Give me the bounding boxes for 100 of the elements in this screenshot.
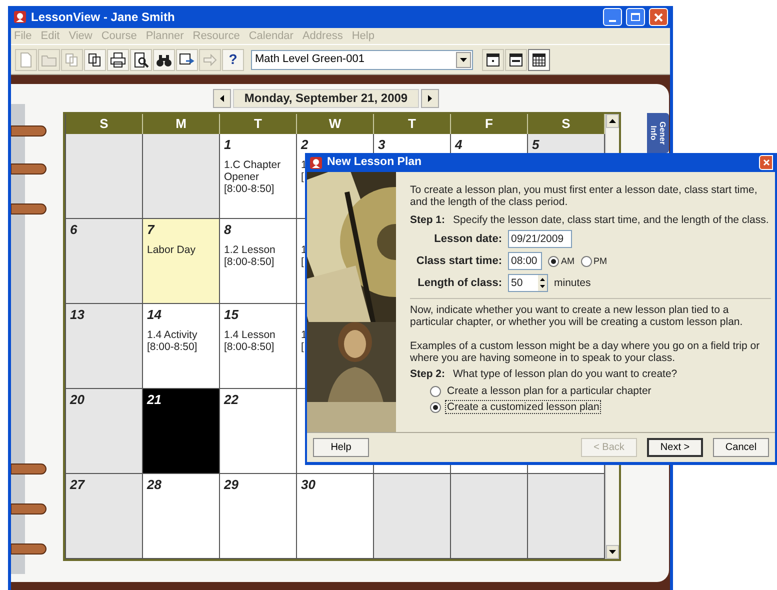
radio-button[interactable]: [548, 256, 559, 266]
length-field[interactable]: 50: [508, 274, 548, 292]
radio-label: Create a lesson plan for a particular chapter: [446, 385, 652, 397]
radio-button[interactable]: [580, 256, 592, 266]
day-view-icon: [486, 52, 500, 66]
date-label: Monday, September 21, 2009: [233, 88, 419, 108]
day-number: 29: [224, 477, 238, 493]
close-button[interactable]: [759, 155, 773, 170]
lesson-entry[interactable]: Labor Day: [147, 244, 215, 256]
day-cell[interactable]: 13: [66, 304, 143, 389]
day-cell[interactable]: 29: [220, 474, 297, 559]
radio-button[interactable]: [430, 402, 441, 412]
side-tab[interactable]: Gener Info: [647, 113, 669, 153]
app-icon: [13, 10, 27, 24]
field-label: Lesson date:: [433, 233, 502, 245]
toolbar-button[interactable]: [84, 48, 106, 70]
close-button[interactable]: [649, 8, 668, 26]
toolbar-button[interactable]: ?: [222, 48, 244, 70]
next-day-button[interactable]: [421, 88, 439, 108]
export-icon: [179, 52, 195, 68]
close-icon: [654, 12, 663, 22]
printer-icon: [110, 52, 126, 68]
unit-label: minutes: [554, 277, 591, 289]
dialog-button[interactable]: Next >: [647, 438, 703, 457]
day-cell[interactable]: 8 1.2 Lesson [8:00-8:50]: [220, 219, 297, 304]
toolbar-button[interactable]: [153, 48, 175, 70]
step-label: Step 2:: [410, 368, 446, 380]
radio-label: Create a customized lesson plan: [445, 400, 602, 414]
weekday-header: M: [143, 114, 220, 134]
document-icon: [18, 52, 34, 68]
day-number: 28: [147, 477, 162, 493]
window-title: LessonView - Jane Smith: [31, 9, 175, 26]
radio-button[interactable]: [430, 386, 441, 396]
day-cell[interactable]: 21: [143, 389, 220, 474]
previous-day-button[interactable]: [213, 88, 231, 108]
day-cell[interactable]: [66, 134, 143, 219]
documents-icon: [87, 52, 103, 68]
day-cell[interactable]: 30: [297, 474, 374, 559]
close-icon: [762, 159, 770, 166]
day-number: 22: [224, 392, 238, 408]
day-cell[interactable]: 22: [220, 389, 297, 474]
day-number: 13: [70, 307, 84, 323]
radio-label: AM: [561, 255, 574, 267]
maximize-button[interactable]: [626, 8, 645, 26]
right-arrow-icon: [428, 94, 432, 102]
day-cell[interactable]: [374, 474, 451, 559]
course-select[interactable]: Math Level Green-001: [251, 50, 473, 70]
dropdown-arrow-icon: [460, 58, 467, 62]
field-label: Class start time:: [415, 255, 502, 267]
time-field[interactable]: 08:00: [508, 252, 542, 270]
day-number: 27: [70, 477, 84, 493]
lesson-entry[interactable]: 1.2 Lesson [8:00-8:50]: [224, 244, 292, 268]
app-icon: [309, 156, 323, 170]
scroll-up-icon: [609, 119, 616, 123]
day-number: 21: [147, 392, 162, 408]
day-number: 7: [147, 222, 154, 238]
view-button[interactable]: [528, 48, 550, 70]
toolbar-button[interactable]: [130, 48, 152, 70]
dialog-button[interactable]: Help: [313, 438, 369, 457]
day-cell[interactable]: 27: [66, 474, 143, 559]
day-number: 2: [301, 137, 308, 153]
day-cell[interactable]: 1 1.C Chapter Opener [8:00-8:50]: [220, 134, 297, 219]
day-cell[interactable]: 20: [66, 389, 143, 474]
day-number: 3: [378, 137, 386, 153]
date-field[interactable]: 09/21/2009: [508, 230, 572, 248]
step-label: Step 1:: [410, 214, 446, 226]
lesson-entry[interactable]: 1.4 Activity [8:00-8:50]: [147, 329, 215, 353]
scroll-down-icon: [609, 550, 616, 554]
weekday-header: S: [66, 114, 143, 134]
day-cell[interactable]: [451, 474, 528, 559]
intro-text: To create a lesson plan, you must first enter a lesson date, class start time, and the length of the class period.: [410, 184, 758, 208]
view-button[interactable]: [505, 48, 527, 70]
field-label: Length of class:: [416, 277, 502, 289]
day-cell[interactable]: 15 1.4 Lesson [8:00-8:50]: [220, 304, 297, 389]
day-number: 8: [224, 222, 232, 238]
lesson-entry[interactable]: 1.C Chapter Opener [8:00-8:50]: [224, 159, 292, 195]
left-arrow-icon: [220, 94, 224, 102]
dialog-button[interactable]: Cancel: [713, 438, 769, 457]
month-view-icon: [532, 52, 546, 66]
step-text: What type of lesson plan do you want to create?: [453, 368, 678, 380]
day-cell[interactable]: 7 Labor Day: [143, 219, 220, 304]
lesson-entry[interactable]: 1.4 Lesson [8:00-8:50]: [224, 329, 292, 353]
day-cell[interactable]: [528, 474, 605, 559]
toolbar-button[interactable]: [176, 48, 198, 70]
day-cell[interactable]: 28: [143, 474, 220, 559]
view-button[interactable]: [482, 48, 504, 70]
radio-label: PM: [594, 255, 607, 267]
weekday-header: F: [451, 114, 528, 134]
day-cell[interactable]: 14 1.4 Activity [8:00-8:50]: [143, 304, 220, 389]
minimize-button[interactable]: [603, 8, 622, 26]
day-number: 5: [532, 137, 540, 153]
day-cell[interactable]: 6: [66, 219, 143, 304]
day-number: 14: [147, 307, 162, 323]
day-number: 6: [70, 222, 78, 238]
magnifier-page-icon: [133, 52, 149, 68]
toolbar-button[interactable]: [107, 48, 129, 70]
day-cell[interactable]: [143, 134, 220, 219]
spinner-arrows-icon: [538, 275, 547, 291]
day-number: 4: [455, 137, 462, 153]
weekday-header: T: [220, 114, 297, 134]
